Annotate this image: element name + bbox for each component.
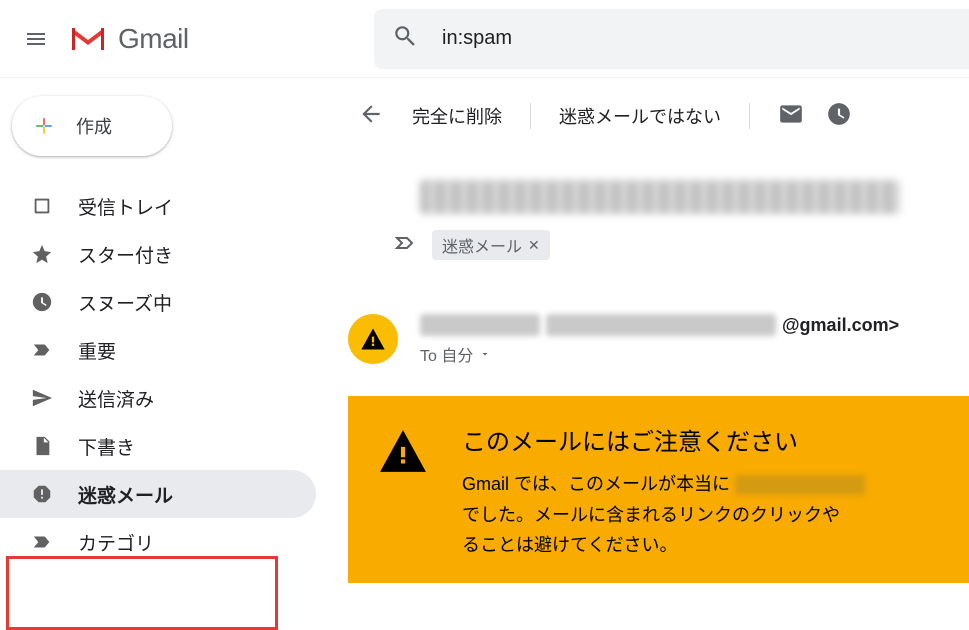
plus-icon — [30, 112, 58, 140]
remove-label-button[interactable]: ✕ — [528, 237, 540, 254]
nav-list: 受信トレイ スター付き スヌーズ中 重要 送信済み 下書き — [0, 182, 330, 566]
warning-redacted — [735, 475, 865, 495]
sender-row: @gmail.com> To 自分 — [330, 314, 969, 366]
sidebar-item-label: 受信トレイ — [78, 193, 173, 220]
header: Gmail — [0, 0, 969, 78]
send-icon — [30, 386, 54, 410]
mail-icon — [778, 101, 804, 127]
delete-forever-button[interactable]: 完全に削除 — [412, 103, 502, 129]
snooze-button[interactable] — [826, 101, 852, 132]
sender-avatar — [348, 314, 398, 364]
sender-info: @gmail.com> To 自分 — [420, 314, 899, 366]
message-toolbar: 完全に削除 迷惑メールではない — [330, 92, 969, 140]
sidebar-item-drafts[interactable]: 下書き — [0, 422, 316, 470]
sidebar-item-label: 重要 — [78, 337, 116, 364]
gmail-m-icon — [68, 24, 108, 54]
labels-row: 迷惑メール ✕ — [330, 230, 969, 260]
main-pane: 完全に削除 迷惑メールではない 迷惑メール ✕ — [330, 78, 969, 583]
sender-email-redacted — [546, 314, 776, 336]
sidebar-item-snoozed[interactable]: スヌーズ中 — [0, 278, 316, 326]
sidebar-item-label: 迷惑メール — [78, 481, 173, 508]
gmail-logo[interactable]: Gmail — [68, 23, 189, 55]
warning-title: このメールにはご注意ください — [462, 422, 865, 457]
search-bar[interactable] — [374, 9, 969, 69]
sidebar-item-label: 送信済み — [78, 385, 154, 412]
main-menu-button[interactable] — [12, 15, 60, 63]
sidebar-item-spam[interactable]: 迷惑メール — [0, 470, 316, 518]
sidebar-item-label: カテゴリ — [78, 529, 154, 556]
warning-body-rest: でした。メールに含まれるリンクのクリックや ることは避けてください。 — [462, 505, 840, 556]
recipient-line[interactable]: To 自分 — [420, 342, 899, 366]
warning-triangle-icon — [359, 325, 387, 353]
clock-icon — [826, 101, 852, 127]
hamburger-icon — [24, 27, 48, 51]
warning-body: Gmail では、このメールが本当に でした。メールに含まれるリンクのクリックや… — [462, 469, 865, 561]
sidebar-item-label: 下書き — [78, 433, 135, 460]
sidebar-item-sent[interactable]: 送信済み — [0, 374, 316, 422]
compose-button[interactable]: 作成 — [12, 96, 172, 156]
sender-email-suffix: @gmail.com> — [782, 315, 899, 336]
spam-warning-banner: このメールにはご注意ください Gmail では、このメールが本当に でした。メー… — [348, 396, 969, 583]
divider — [530, 103, 531, 129]
label-chip-text: 迷惑メール — [442, 233, 522, 257]
sender-name-redacted — [420, 314, 540, 336]
not-spam-button[interactable]: 迷惑メールではない — [559, 103, 721, 129]
mark-unread-button[interactable] — [778, 101, 804, 132]
sidebar-item-starred[interactable]: スター付き — [0, 230, 316, 278]
divider — [749, 103, 750, 129]
subject-row — [330, 180, 969, 214]
back-button[interactable] — [358, 101, 384, 132]
label-chip-spam[interactable]: 迷惑メール ✕ — [432, 230, 550, 260]
search-icon[interactable] — [392, 23, 418, 54]
label-arrow-icon — [394, 231, 418, 260]
gmail-logo-text: Gmail — [118, 23, 189, 55]
sidebar: 作成 受信トレイ スター付き スヌーズ中 重要 送信済み — [0, 78, 330, 583]
inbox-icon — [30, 194, 54, 218]
warning-body-prefix: Gmail では、このメールが本当に — [462, 474, 735, 494]
star-icon — [30, 242, 54, 266]
chevron-down-icon — [479, 348, 491, 360]
sidebar-item-label: スヌーズ中 — [78, 289, 172, 316]
sidebar-item-label: スター付き — [78, 241, 173, 268]
to-text: To 自分 — [420, 342, 473, 366]
search-input[interactable] — [440, 26, 840, 51]
sidebar-item-inbox[interactable]: 受信トレイ — [0, 182, 316, 230]
warning-triangle-icon — [378, 426, 428, 481]
category-icon — [30, 530, 54, 554]
sidebar-item-important[interactable]: 重要 — [0, 326, 316, 374]
clock-icon — [30, 290, 54, 314]
highlight-annotation — [6, 556, 278, 630]
sidebar-item-categories[interactable]: カテゴリ — [0, 518, 316, 566]
spam-icon — [30, 482, 54, 506]
subject-text-redacted — [420, 180, 900, 214]
draft-icon — [30, 434, 54, 458]
sender-line: @gmail.com> — [420, 314, 899, 336]
warning-content: このメールにはご注意ください Gmail では、このメールが本当に でした。メー… — [462, 422, 865, 561]
compose-label: 作成 — [76, 113, 112, 139]
important-icon — [30, 338, 54, 362]
arrow-left-icon — [358, 101, 384, 127]
